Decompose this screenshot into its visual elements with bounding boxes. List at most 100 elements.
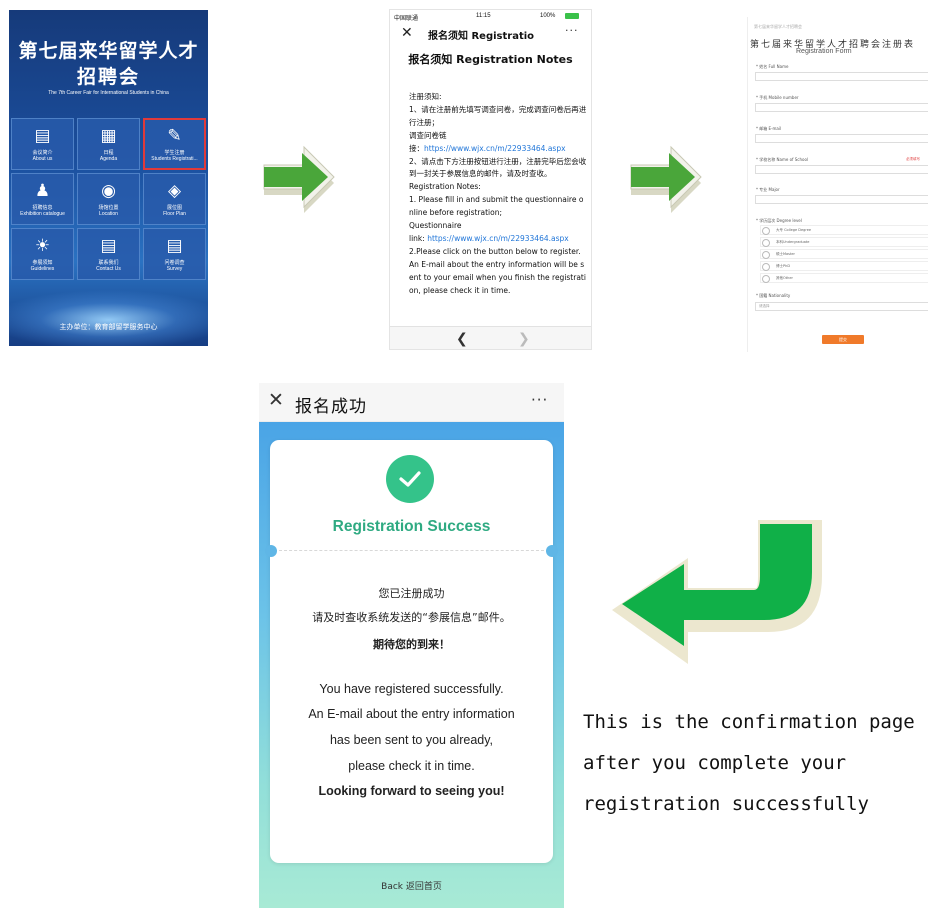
tile-label-en: Survey	[166, 265, 183, 272]
tile-students-registration[interactable]: ✎ 学生注册 Students Registrati...	[143, 118, 206, 170]
school-input[interactable]	[755, 165, 928, 174]
required-note: 必须填写	[906, 157, 920, 161]
card-notch-left	[265, 545, 277, 557]
menu-grid: ▤ 会议简介 About us ▦ 日程 Agenda ✎ 学生注册 Stude…	[11, 118, 206, 280]
tile-label-cn: 日程	[103, 149, 114, 156]
registration-form-screen: 第七届来华留学人才招聘会 第七届来华留学人才招聘会注册表 Registratio…	[747, 17, 928, 352]
en-line-look-forward: Looking forward to seeing you!	[318, 784, 505, 798]
radio-icon	[762, 239, 770, 247]
list-icon: ▤	[166, 235, 183, 256]
en-line-check: please check it in time.	[348, 759, 475, 773]
notes-title: 报名须知 Registration Notes	[408, 53, 573, 66]
tile-agenda[interactable]: ▦ 日程 Agenda	[77, 118, 140, 170]
card-notch-right	[546, 545, 558, 557]
degree-option[interactable]: 博士PhD	[760, 261, 928, 271]
pen-icon: ✎	[167, 125, 182, 146]
caption-line: registration successfully	[583, 793, 869, 815]
tile-survey[interactable]: ▤ 问卷调查 Survey	[143, 228, 206, 280]
tile-label-cn: 会议简介	[32, 149, 53, 156]
degree-option[interactable]: 硕士Master	[760, 249, 928, 259]
nationality-select[interactable]: 请选择▾	[755, 302, 928, 311]
header-title: 报名成功	[295, 397, 367, 417]
battery-label: 100%	[540, 13, 556, 19]
cn-line-check-email: 请及时查收系统发送的“参展信息”邮件。	[312, 611, 511, 624]
degree-option[interactable]: 大专 College Degree	[760, 225, 928, 235]
layers-icon: ◈	[167, 180, 182, 201]
carrier-label: 中国联通	[394, 16, 419, 22]
notes-line: 2.Please click on the button below to re…	[409, 246, 586, 295]
degree-option[interactable]: 其他Other	[760, 273, 928, 283]
tile-exhibition-catalogue[interactable]: ♟ 招聘信息 Exhibition catalogue	[11, 173, 74, 225]
notes-line: 接：https://www.wjx.cn/m/22933464.aspx	[409, 143, 587, 156]
option-label: 大专 College Degree	[776, 228, 812, 232]
mobile-input[interactable]	[755, 103, 928, 112]
cn-line-look-forward: 期待您的到来！	[373, 638, 450, 651]
success-heading: Registration Success	[332, 518, 491, 535]
more-icon[interactable]: ···	[565, 24, 579, 37]
notes-line: Questionnaire	[409, 221, 462, 231]
tile-label-en: Agenda	[99, 155, 118, 162]
tile-location[interactable]: ◉ 场馆位置 Location	[77, 173, 140, 225]
tile-label-cn: 招聘信息	[32, 204, 53, 211]
fair-subtitle: The 7th Career Fair for International St…	[48, 90, 169, 96]
curved-arrow-icon	[612, 520, 822, 664]
degree-option[interactable]: 本科Undergraduate	[760, 237, 928, 247]
caption-line: This is the confirmation page	[583, 711, 915, 733]
option-label: 其他Other	[776, 276, 793, 280]
notes-line: 2、请点击下方注册按钮进行注册，注册完毕后您会收到一封关于参展信息的邮件，请及时…	[409, 156, 587, 179]
tile-about-us[interactable]: ▤ 会议简介 About us	[11, 118, 74, 170]
tile-label-cn: 问卷调查	[164, 259, 185, 266]
nav-title: 报名须知 Registratio	[428, 31, 535, 42]
status-bar: 中国联通 11:15 100%	[390, 10, 591, 23]
email-input[interactable]	[755, 134, 928, 143]
forward-arrow-icon[interactable]: ❯	[518, 331, 530, 347]
field-label-school: * 学校名称 Name of School	[756, 157, 809, 162]
clock-label: 11:15	[476, 13, 491, 19]
questionnaire-link[interactable]: https://www.wjx.cn/m/22933464.aspx	[427, 234, 569, 243]
success-check-icon	[386, 455, 434, 503]
people-icon: ♟	[34, 180, 51, 201]
option-label: 博士PhD	[776, 264, 791, 268]
radio-icon	[762, 227, 770, 235]
field-label-name: * 姓名 Full Name	[756, 64, 789, 69]
fair-title-line1: 第七届来华留学人才	[18, 40, 199, 62]
close-icon[interactable]: ✕	[401, 25, 413, 41]
questionnaire-link[interactable]: https://www.wjx.cn/m/22933464.aspx	[424, 144, 566, 153]
full-name-input[interactable]	[755, 72, 928, 81]
major-input[interactable]	[755, 195, 928, 204]
submit-button[interactable]: 提交	[822, 335, 864, 344]
header-bar: ✕ 报名成功 ···	[259, 383, 564, 422]
form-subtitle: Registration Form	[796, 48, 852, 55]
tile-label-en: Students Registrati...	[151, 155, 198, 162]
registration-notes-screen: 中国联通 11:15 100% ✕ 报名须知 Registratio ··· 报…	[389, 9, 592, 350]
registration-success-screen: ✕ 报名成功 ··· Registration Success 您已注册成功 请…	[259, 383, 564, 908]
notes-line: 注册须知:	[409, 92, 442, 101]
caption-line: after you complete your	[583, 752, 847, 774]
notes-line: link: https://www.wjx.cn/m/22933464.aspx	[409, 233, 587, 246]
tile-label-en: Contact Us	[96, 265, 121, 272]
tile-floor-plan[interactable]: ◈ 展位图 Floor Plan	[143, 173, 206, 225]
clipboard-icon: ▤	[34, 125, 51, 146]
tile-label-en: Location	[99, 210, 118, 217]
confirmation-caption: This is the confirmation page after you …	[583, 702, 928, 825]
radio-icon	[762, 251, 770, 259]
tile-label-en: Exhibition catalogue	[20, 210, 65, 217]
fair-title-line2: 招聘会	[76, 66, 140, 88]
notes-line: 1. Please fill in and submit the questio…	[409, 195, 584, 218]
notes-body: 注册须知: 1、请在注册前先填写调查问卷，完成调查问卷后再进行注册； 调查问卷链…	[409, 91, 587, 298]
tile-guidelines[interactable]: ☀ 参展须知 Guidelines	[11, 228, 74, 280]
battery-icon	[565, 13, 579, 19]
calendar-icon: ▦	[100, 125, 117, 146]
tile-label-en: About us	[32, 155, 53, 162]
tile-label-cn: 学生注册	[164, 149, 185, 156]
form-top-caption: 第七届来华留学人才招聘会	[754, 24, 802, 29]
back-arrow-icon[interactable]: ❮	[456, 331, 468, 347]
tile-contact-us[interactable]: ▤ 联系我们 Contact Us	[77, 228, 140, 280]
organizer-footer: 主办单位：教育部留学服务中心	[59, 323, 158, 331]
notes-line: 1、请在注册前先填写调查问卷，完成调查问卷后再进行注册；	[409, 104, 587, 127]
back-home-link[interactable]: Back 返回首页	[259, 879, 564, 892]
more-icon[interactable]: ···	[531, 391, 548, 409]
close-icon[interactable]: ✕	[268, 389, 284, 411]
career-fair-home-screen: 第七届来华留学人才 招聘会 The 7th Career Fair for In…	[9, 10, 208, 346]
field-label-nationality: * 国籍 Nationality	[756, 293, 791, 298]
